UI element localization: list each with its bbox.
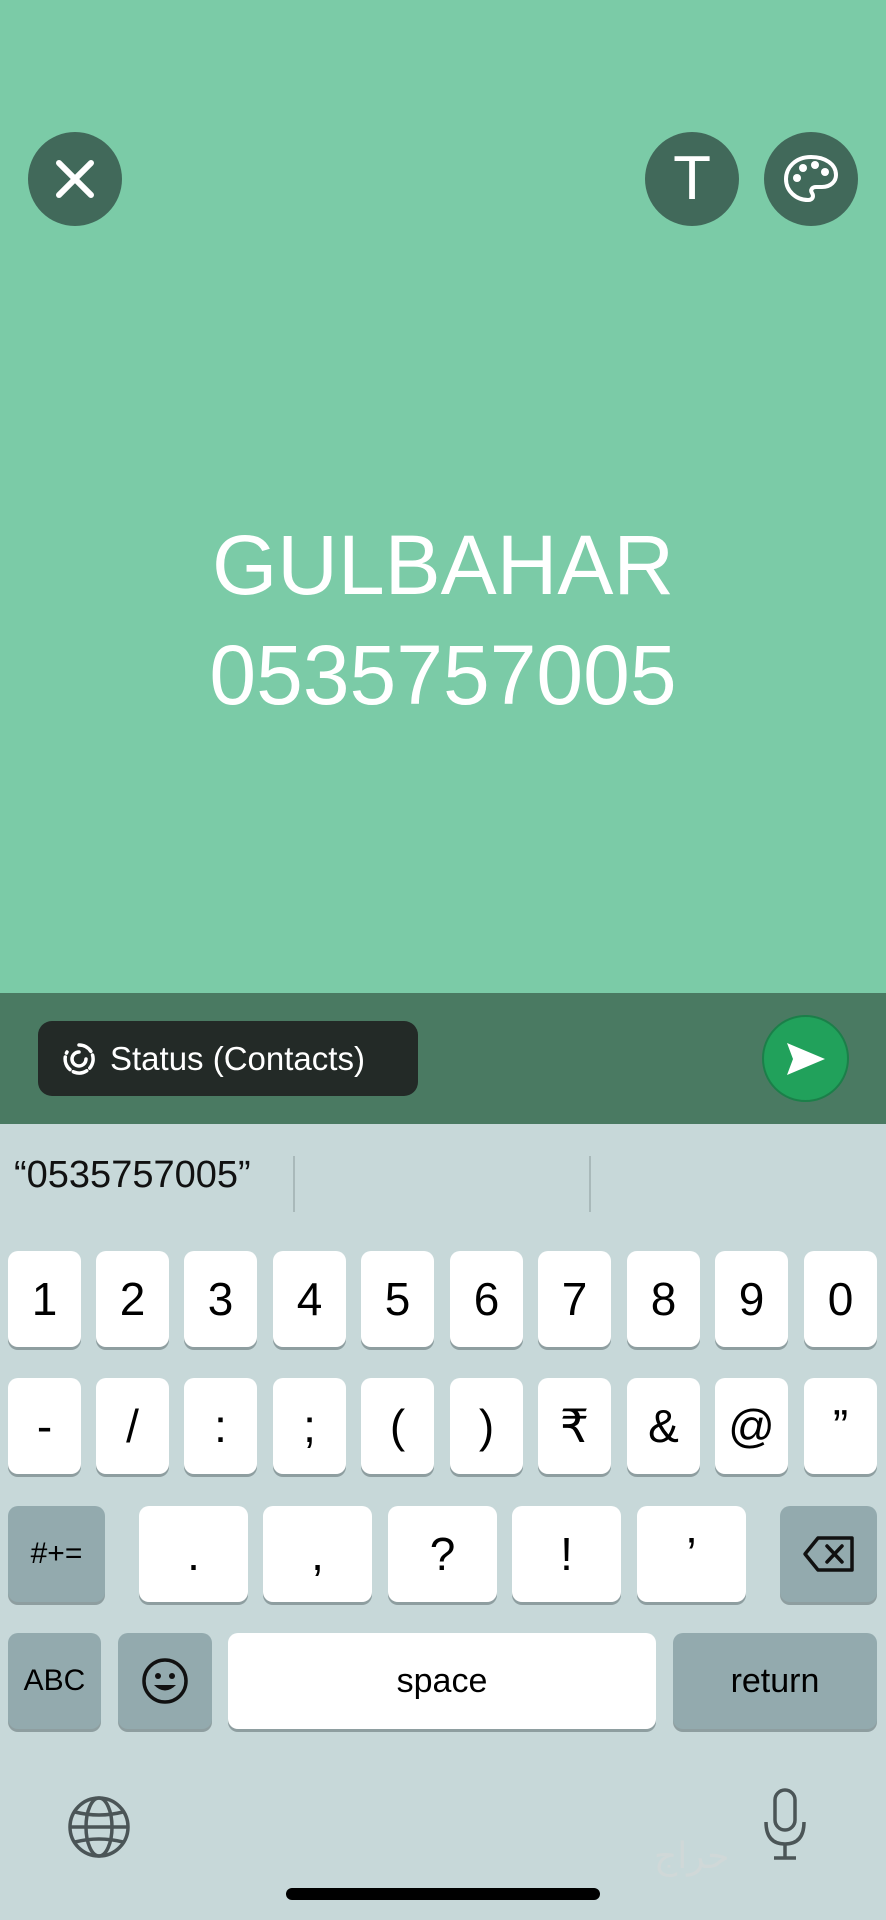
globe-icon	[68, 1796, 130, 1858]
palette-icon	[783, 154, 839, 203]
key-2[interactable]: 2	[96, 1251, 169, 1347]
microphone-icon	[764, 1788, 806, 1860]
text-icon: T	[673, 144, 711, 213]
status-text-line-2[interactable]: 0535757005	[0, 622, 886, 728]
status-canvas[interactable]	[0, 0, 886, 993]
key-apostrophe[interactable]: ’	[637, 1506, 746, 1602]
status-text-line-1[interactable]: GULBAHAR	[0, 512, 886, 618]
key-close-paren[interactable]: )	[450, 1378, 523, 1474]
close-button[interactable]	[28, 132, 122, 226]
key-5[interactable]: 5	[361, 1251, 434, 1347]
close-icon	[56, 160, 94, 198]
backspace-icon	[802, 1536, 854, 1572]
suggestion-separator	[293, 1156, 295, 1212]
send-icon	[786, 1042, 825, 1075]
key-open-paren[interactable]: (	[361, 1378, 434, 1474]
color-palette-button[interactable]	[764, 132, 858, 226]
key-0[interactable]: 0	[804, 1251, 877, 1347]
audience-selector[interactable]: Status (Contacts)	[38, 1021, 418, 1096]
status-ring-icon	[63, 1042, 95, 1075]
key-rupee[interactable]: ₹	[538, 1378, 611, 1474]
keyboard: “0535757005” 1 2 3 4 5 6 7 8 9 0 - / : ;…	[0, 1124, 886, 1920]
watermark-logo: حراج	[654, 1836, 730, 1877]
key-3[interactable]: 3	[184, 1251, 257, 1347]
key-6[interactable]: 6	[450, 1251, 523, 1347]
key-colon[interactable]: :	[184, 1378, 257, 1474]
key-quote[interactable]: ”	[804, 1378, 877, 1474]
space-key[interactable]: space	[228, 1633, 656, 1729]
abc-key[interactable]: ABC	[8, 1633, 101, 1729]
key-7[interactable]: 7	[538, 1251, 611, 1347]
dictation-button[interactable]	[760, 1786, 810, 1866]
key-period[interactable]: .	[139, 1506, 248, 1602]
key-semicolon[interactable]: ;	[273, 1378, 346, 1474]
suggestion-separator	[589, 1156, 591, 1212]
key-question[interactable]: ?	[388, 1506, 497, 1602]
key-comma[interactable]: ,	[263, 1506, 372, 1602]
key-9[interactable]: 9	[715, 1251, 788, 1347]
symbols-key[interactable]: #+=	[8, 1506, 105, 1602]
key-at[interactable]: @	[715, 1378, 788, 1474]
key-exclamation[interactable]: !	[512, 1506, 621, 1602]
key-1[interactable]: 1	[8, 1251, 81, 1347]
key-ampersand[interactable]: &	[627, 1378, 700, 1474]
home-indicator[interactable]	[286, 1888, 600, 1900]
send-button[interactable]	[762, 1015, 849, 1102]
key-slash[interactable]: /	[96, 1378, 169, 1474]
emoji-icon	[142, 1658, 188, 1704]
suggestion-bar: “0535757005”	[0, 1124, 886, 1244]
emoji-key[interactable]	[118, 1633, 212, 1729]
key-4[interactable]: 4	[273, 1251, 346, 1347]
return-key[interactable]: return	[673, 1633, 877, 1729]
suggestion-1[interactable]: “0535757005”	[14, 1154, 251, 1197]
globe-button[interactable]	[66, 1794, 132, 1860]
audience-label: Status (Contacts)	[110, 1039, 365, 1077]
backspace-key[interactable]	[780, 1506, 877, 1602]
key-8[interactable]: 8	[627, 1251, 700, 1347]
key-hyphen[interactable]: -	[8, 1378, 81, 1474]
status-bottom-bar: Status (Contacts)	[0, 993, 886, 1124]
text-style-button[interactable]: T	[645, 132, 739, 226]
